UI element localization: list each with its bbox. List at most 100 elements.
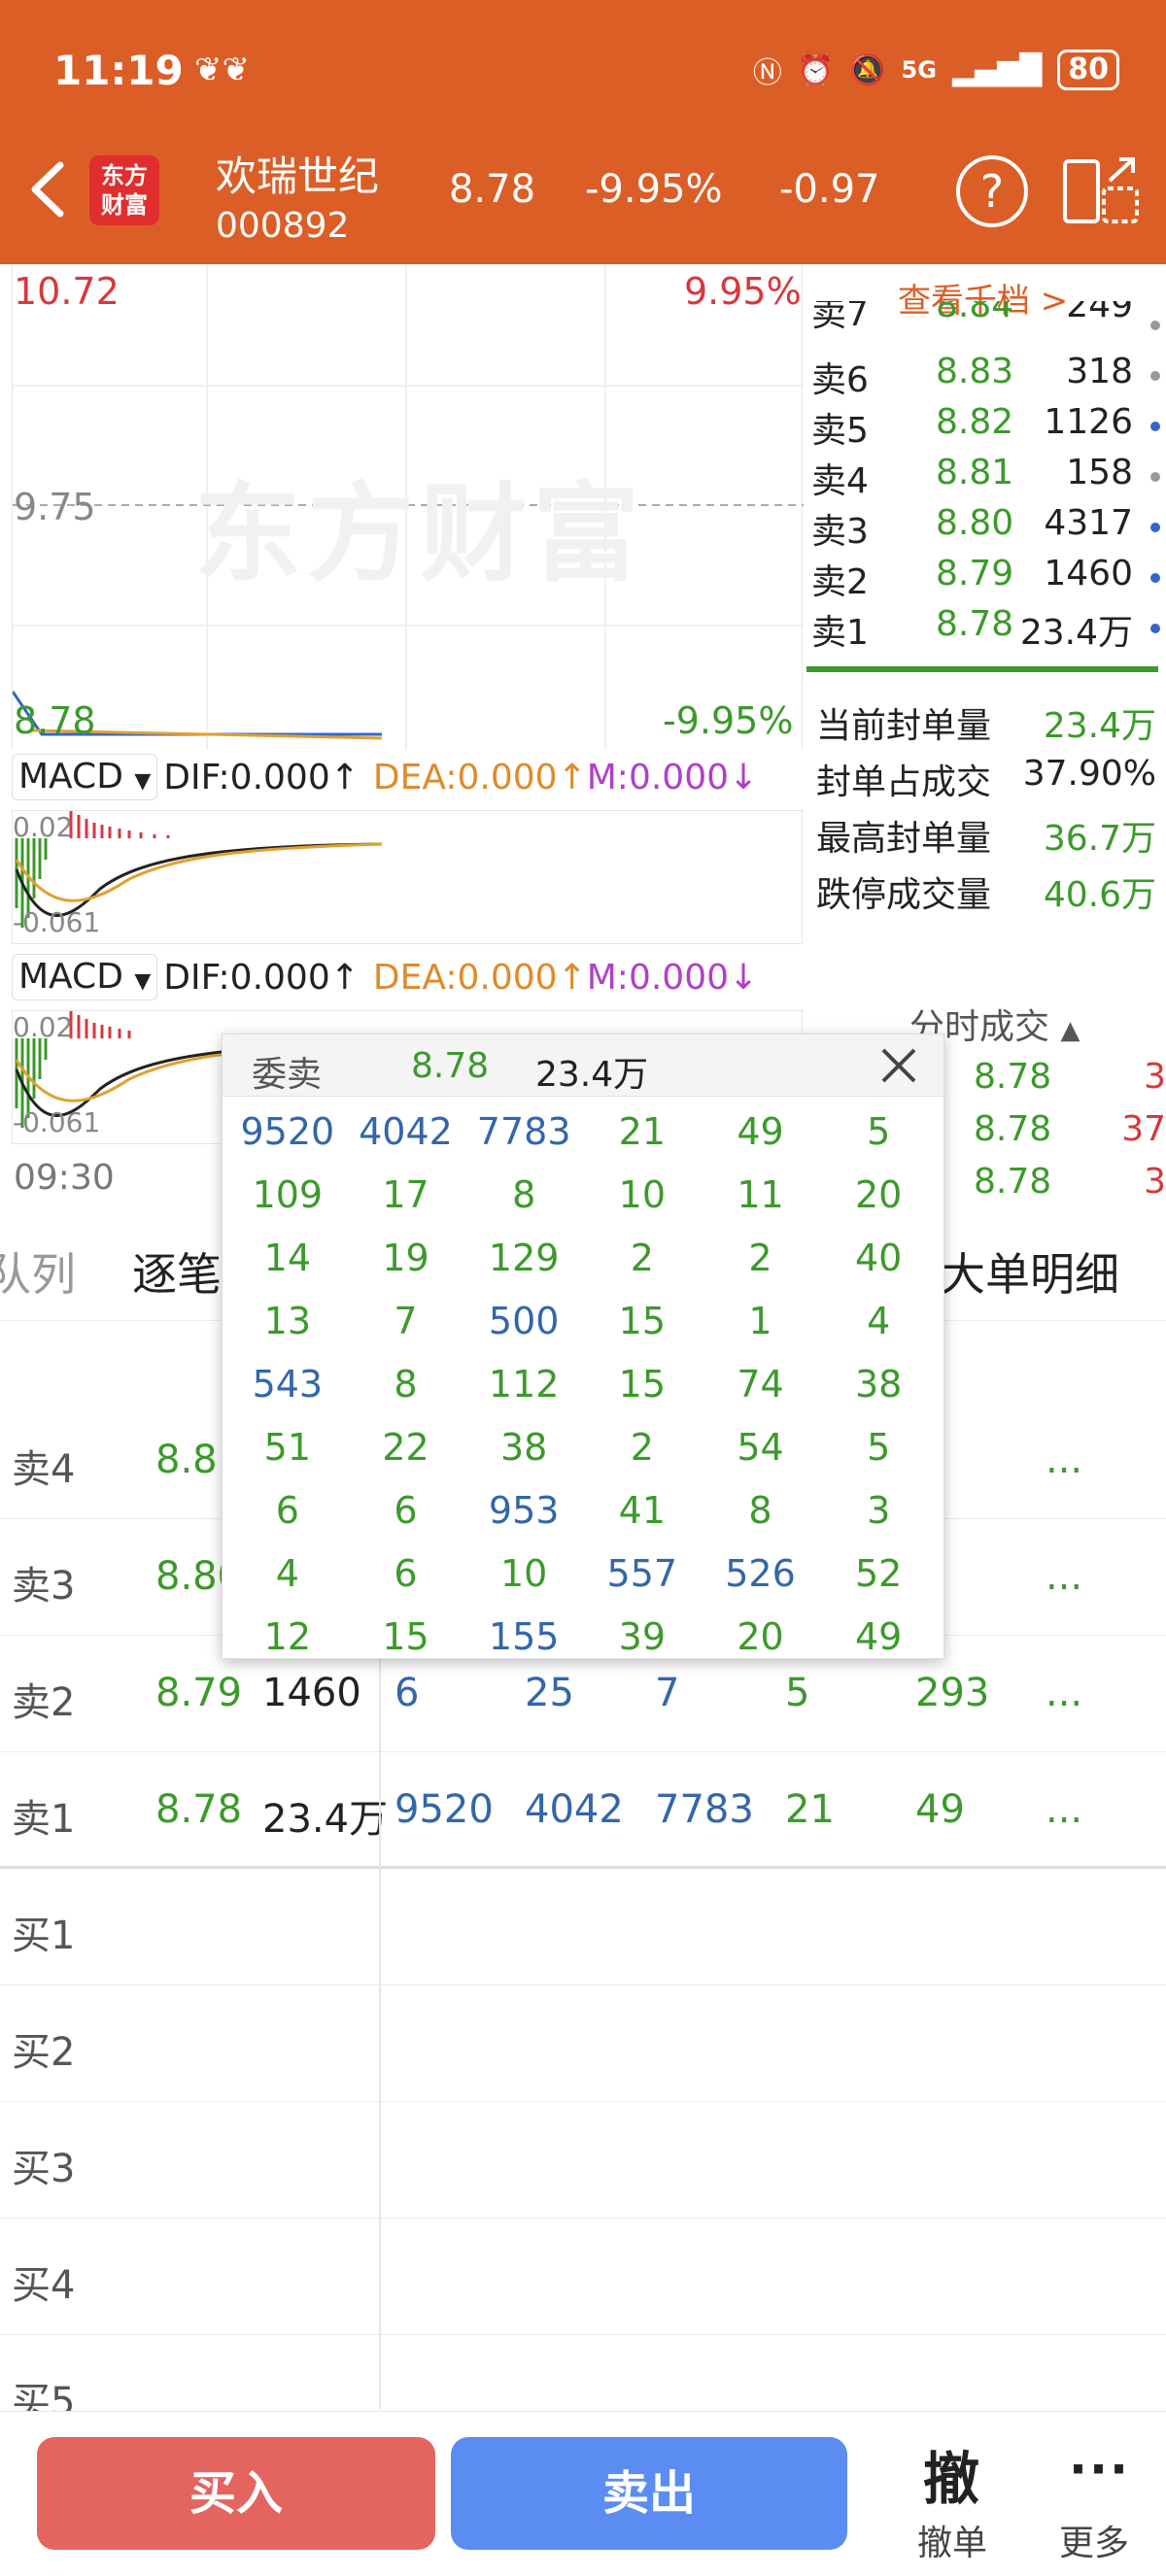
popup-queue-cell: 39: [618, 1615, 666, 1658]
popup-queue-cell: 7: [394, 1300, 418, 1342]
order-level-row[interactable]: 卖2 8.79 1460: [811, 554, 1166, 604]
queue-row-name: 卖3: [12, 1564, 76, 1609]
queue-cell: 25: [525, 1671, 574, 1715]
network-label: 5G: [901, 56, 937, 84]
level-price: 8.81: [936, 453, 1014, 492]
level-name: 卖6: [811, 360, 869, 400]
order-level-row[interactable]: 卖1 8.78 23.4万: [811, 604, 1166, 655]
tab-large-orders[interactable]: 大单明细: [941, 1239, 1119, 1304]
popup-queue-cell: 11: [737, 1173, 784, 1216]
more-label[interactable]: 更多: [1059, 2515, 1129, 2565]
macd-dif: DIF:0.000: [163, 757, 330, 797]
queue-cell[interactable]: ...: [1046, 1438, 1082, 1482]
macd-selector[interactable]: MACD ▼: [12, 754, 158, 800]
queue-buy-row[interactable]: 买2: [0, 1985, 1166, 2102]
queue-buy-row[interactable]: 买3: [0, 2102, 1166, 2219]
queue-cell: 49: [915, 1787, 965, 1832]
popup-queue-cell: 6: [394, 1552, 418, 1595]
chart-mid-price: 9.75: [14, 486, 96, 528]
macd-header: MACD ▼ DIF:0.000 ↑ DEA:0.000 ↑ M:0.000 ↓: [12, 748, 803, 806]
order-level-row[interactable]: 卖6 8.83 318: [811, 352, 1166, 402]
popup-queue-cell: 15: [618, 1363, 666, 1406]
popup-queue-cell: 6: [394, 1489, 418, 1532]
status-icons: Ⓝ ⏰ 🔕 5G ▂▄▆█ 80: [753, 49, 1119, 91]
queue-column-divider: [379, 1612, 381, 2409]
queue-buy-row[interactable]: 买4: [0, 2219, 1166, 2335]
chart-bottom-pct: -9.95%: [663, 699, 794, 742]
battery-indicator: 80: [1057, 50, 1119, 90]
level-name: 卖3: [811, 512, 869, 552]
level-volume: 158: [1066, 453, 1133, 492]
order-level-row[interactable]: 卖7 8.84 249: [811, 301, 1166, 340]
level-volume: 249: [1066, 301, 1133, 325]
popup-queue-cell: 2: [748, 1237, 772, 1279]
layout-switch-icon[interactable]: [1061, 155, 1141, 227]
macd-selector-2[interactable]: MACD ▼: [12, 954, 158, 1000]
queue-row-name: 卖2: [12, 1680, 76, 1725]
header-change: -0.97: [779, 167, 880, 212]
queue-cell[interactable]: ...: [1046, 1787, 1082, 1832]
tab-queue[interactable]: 队列: [0, 1239, 76, 1304]
arrow-down-icon: ↓: [729, 957, 759, 998]
trade-price: 8.78: [974, 1057, 1052, 1097]
level-name: 卖1: [811, 613, 869, 653]
arrow-up-icon: ↑: [557, 757, 587, 797]
popup-queue-cell: 10: [499, 1552, 548, 1595]
tab-tick[interactable]: 逐笔: [132, 1239, 222, 1304]
popup-queue-cell: 2: [630, 1237, 654, 1279]
popup-queue-cell: 5: [867, 1426, 891, 1469]
queue-row-name: 卖1: [12, 1797, 76, 1842]
cancel-order-label[interactable]: 撤单: [917, 2515, 987, 2565]
cancel-order-icon[interactable]: 撤: [923, 2433, 979, 2515]
popup-label: 委卖: [252, 1055, 323, 1095]
popup-queue-cell: 12: [263, 1615, 311, 1658]
level-price: 8.83: [936, 352, 1014, 391]
help-icon[interactable]: ?: [956, 155, 1028, 227]
popup-queue-cell: 4: [275, 1552, 299, 1595]
stat-label: 当前封单量: [816, 706, 992, 746]
popup-queue-cell: 953: [488, 1489, 560, 1532]
level-volume: 1460: [1044, 554, 1133, 593]
close-icon[interactable]: [877, 1044, 920, 1087]
sell-queue-popup: 委卖 8.78 23.4万 9520 4042 7783 21 49 5 109 17 8 10 1…: [222, 1034, 944, 1659]
brand-logo: 东方财富: [89, 155, 159, 225]
popup-queue-cell: 3: [867, 1489, 891, 1532]
level-volume: 318: [1066, 352, 1133, 391]
more-icon[interactable]: ···: [1069, 2441, 1130, 2497]
trade-volume: 3: [1144, 1162, 1166, 1202]
stat-value: 37.90%: [1022, 754, 1156, 794]
trade-volume: 3: [1144, 1057, 1166, 1097]
popup-queue-cell: 112: [488, 1363, 560, 1406]
queue-cell: 4042: [525, 1787, 624, 1832]
status-time: 11:19: [53, 47, 184, 94]
arrow-up-icon: ↑: [557, 957, 587, 998]
watermark-text: 东方财富: [194, 472, 645, 596]
popup-queue-cell: 6: [275, 1489, 299, 1532]
queue-row-name: 买2: [12, 2030, 76, 2075]
queue-sell-row[interactable]: 卖1 8.78 23.4万 9520 4042 7783 21 49...: [0, 1752, 1166, 1869]
popup-queue-cell: 9520: [240, 1110, 335, 1153]
popup-queue-cell: 2: [630, 1426, 654, 1469]
queue-cell[interactable]: ...: [1046, 1554, 1082, 1599]
level-dot-icon: [1150, 523, 1160, 532]
order-level-row[interactable]: 卖5 8.82 1126: [811, 402, 1166, 453]
nfc-icon: Ⓝ: [752, 56, 782, 90]
level-dot-icon: [1150, 573, 1160, 583]
header-price: 8.78: [449, 167, 536, 212]
order-level-row[interactable]: 卖4 8.81 158: [811, 453, 1166, 503]
sell-button[interactable]: 卖出: [451, 2437, 847, 2550]
level-volume: 1126: [1044, 402, 1133, 442]
macd-plot: [15, 811, 383, 928]
stat-value: 23.4万: [1043, 706, 1156, 746]
queue-buy-row[interactable]: 买1: [0, 1869, 1166, 1985]
order-level-row[interactable]: 卖3 8.80 4317: [811, 503, 1166, 554]
stat-value: 40.6万: [1043, 875, 1156, 915]
popup-queue-cell: 54: [737, 1426, 784, 1469]
queue-cell[interactable]: ...: [1046, 1671, 1082, 1715]
level-name: 卖4: [811, 461, 869, 501]
buy-button[interactable]: 买入: [37, 2437, 435, 2550]
queue-cell: 9520: [394, 1787, 494, 1832]
popup-queue-cell: 14: [263, 1237, 311, 1279]
macd-header-2: MACD ▼ DIF:0.000 ↑ DEA:0.000 ↑ M:0.000 ↓: [12, 948, 803, 1006]
back-arrow-icon[interactable]: [21, 155, 76, 223]
